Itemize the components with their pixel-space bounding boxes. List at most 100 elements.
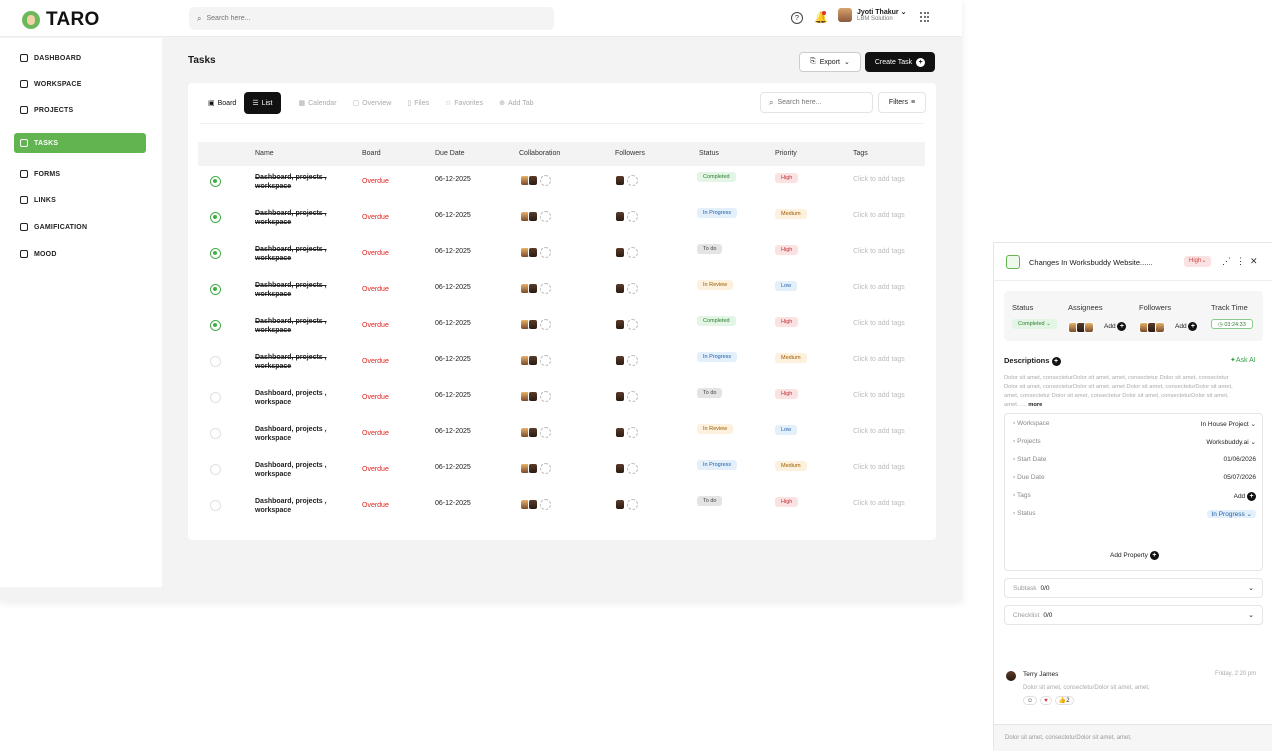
tags-placeholder[interactable]: Click to add tags — [853, 320, 905, 327]
tab-board[interactable]: ▣ Board — [200, 92, 244, 114]
task-search[interactable]: ⌕ — [760, 92, 873, 113]
reaction-count[interactable]: 👍2 — [1054, 696, 1074, 705]
follower-avatars[interactable] — [615, 211, 638, 224]
create-task-button[interactable]: Create Task + — [865, 52, 935, 72]
status-badge[interactable]: In Progress — [697, 460, 738, 470]
sidebar-item-dashboard[interactable]: DASHBOARD — [14, 48, 146, 68]
follower-avatars[interactable] — [615, 283, 638, 296]
complete-checkbox[interactable] — [210, 464, 221, 475]
tags-placeholder[interactable]: Click to add tags — [853, 212, 905, 219]
priority-badge[interactable]: High — [775, 245, 799, 255]
collaboration-avatars[interactable] — [520, 427, 551, 440]
task-name[interactable]: Dashboard, projects , workspace — [255, 497, 335, 515]
sidebar-item-mood[interactable]: MOOD — [14, 244, 146, 264]
table-row[interactable]: Dashboard, projects , workspace Overdue 06… — [198, 310, 925, 346]
complete-checkbox[interactable] — [210, 212, 221, 223]
logo[interactable]: TARO — [22, 9, 100, 31]
task-name[interactable]: Dashboard, projects , workspace — [255, 389, 335, 407]
complete-checkbox[interactable] — [210, 500, 221, 511]
add-collaborator-icon[interactable] — [540, 247, 551, 258]
collaboration-avatars[interactable] — [520, 211, 551, 224]
tab-calendar[interactable]: ▦ Calendar — [291, 92, 345, 114]
add-follower-icon[interactable] — [627, 499, 638, 510]
priority-badge[interactable]: Medium — [775, 353, 807, 363]
add-collaborator-icon[interactable] — [540, 355, 551, 366]
tab-list[interactable]: ☰ List — [244, 92, 281, 114]
tags-placeholder[interactable]: Click to add tags — [853, 248, 905, 255]
task-name[interactable]: Dashboard, projects , workspace — [255, 425, 335, 443]
collaboration-avatars[interactable] — [520, 175, 551, 188]
table-row[interactable]: Dashboard, projects , workspace Overdue 06… — [198, 454, 925, 490]
complete-checkbox[interactable] — [210, 428, 221, 439]
col-status[interactable]: Status — [699, 150, 719, 157]
table-row[interactable]: Dashboard, projects , workspace Overdue 06… — [198, 346, 925, 382]
tags-placeholder[interactable]: Click to add tags — [853, 428, 905, 435]
complete-checkbox[interactable] — [210, 176, 221, 187]
tags-placeholder[interactable]: Click to add tags — [853, 284, 905, 291]
follower-avatars[interactable] — [615, 499, 638, 512]
sidebar-item-projects[interactable]: PROJECTS — [14, 100, 146, 120]
table-row[interactable]: Dashboard, projects , workspace Overdue 06… — [198, 382, 925, 418]
task-name[interactable]: Dashboard, projects , workspace — [255, 281, 335, 299]
sidebar-item-gamification[interactable]: GAMIFICATION — [14, 217, 146, 237]
add-follower-icon[interactable] — [627, 355, 638, 366]
priority-badge[interactable]: Low — [775, 425, 798, 435]
follower-avatars[interactable] — [615, 427, 638, 440]
add-follower-icon[interactable] — [627, 283, 638, 294]
add-collaborator-icon[interactable] — [540, 463, 551, 474]
add-collaborator-icon[interactable] — [540, 427, 551, 438]
property-row[interactable]: ▫ Start Date 01/06/2026 — [1013, 456, 1256, 468]
export-button[interactable]: ⎘ Export ⌄ — [799, 52, 861, 72]
heart-icon[interactable]: ♥ — [1040, 696, 1052, 705]
task-name[interactable]: Dashboard, projects , workspace — [255, 245, 335, 263]
property-row[interactable]: ▫ Due Date 05/07/2026 — [1013, 474, 1256, 486]
more-icon[interactable]: ⋮ — [1236, 256, 1245, 267]
checklist-section[interactable]: Checklist 0/0 ⌄ — [1004, 605, 1263, 625]
status-badge[interactable]: Completed — [697, 316, 736, 326]
property-row[interactable]: ▫ Status In Progress ⌄ — [1013, 510, 1256, 522]
track-time[interactable]: ◷ 03:24:33 — [1211, 319, 1253, 329]
add-follower-button[interactable]: Add + — [1175, 322, 1198, 331]
status-badge[interactable]: To do — [697, 388, 723, 398]
status-badge[interactable]: Completed — [697, 172, 736, 182]
property-row[interactable]: ▫ Workspace In House Project ⌄ — [1013, 420, 1256, 432]
add-follower-icon[interactable] — [627, 211, 638, 222]
status-badge[interactable]: To do — [697, 244, 723, 254]
add-follower-icon[interactable] — [627, 247, 638, 258]
collaboration-avatars[interactable] — [520, 499, 551, 512]
status-badge[interactable]: In Review — [697, 280, 734, 290]
global-search[interactable]: ⌕ — [189, 7, 554, 30]
follower-avatars[interactable] — [615, 175, 638, 188]
follower-avatars[interactable] — [615, 391, 638, 404]
follower-avatars[interactable] — [1139, 320, 1165, 338]
property-value[interactable]: In Progress ⌄ — [1207, 510, 1256, 518]
property-row[interactable]: ▫ Projects Worksbuddy.ai ⌄ — [1013, 438, 1256, 450]
task-name[interactable]: Dashboard, projects , workspace — [255, 209, 335, 227]
subtask-section[interactable]: Subtask 0/0 ⌄ — [1004, 578, 1263, 598]
follower-avatars[interactable] — [615, 463, 638, 476]
priority-badge[interactable]: High — [775, 173, 799, 183]
status-dropdown[interactable]: Completed ⌄ — [1012, 319, 1057, 329]
add-follower-icon[interactable] — [627, 463, 638, 474]
help-icon[interactable]: ? — [791, 12, 803, 24]
col-tags[interactable]: Tags — [853, 150, 868, 157]
priority-badge[interactable]: High — [775, 317, 799, 327]
property-value[interactable]: Add + — [1234, 492, 1256, 501]
task-name[interactable]: Dashboard, projects , workspace — [255, 173, 335, 191]
add-follower-icon[interactable] — [627, 391, 638, 402]
tags-placeholder[interactable]: Click to add tags — [853, 176, 905, 183]
complete-checkbox[interactable] — [210, 284, 221, 295]
property-value[interactable]: 01/06/2026 — [1223, 456, 1256, 463]
follower-avatars[interactable] — [615, 355, 638, 368]
sidebar-item-links[interactable]: LINKS — [14, 190, 146, 210]
status-badge[interactable]: In Review — [697, 424, 734, 434]
task-name[interactable]: Dashboard, projects , workspace — [255, 353, 335, 371]
collaboration-avatars[interactable] — [520, 247, 551, 260]
status-badge[interactable]: In Progress — [697, 208, 738, 218]
col-name[interactable]: Name — [255, 150, 274, 157]
status-badge[interactable]: To do — [697, 496, 723, 506]
property-value[interactable]: Worksbuddy.ai ⌄ — [1206, 438, 1256, 446]
follower-avatars[interactable] — [615, 319, 638, 332]
table-row[interactable]: Dashboard, projects , workspace Overdue 06… — [198, 418, 925, 454]
status-badge[interactable]: In Progress — [697, 352, 738, 362]
